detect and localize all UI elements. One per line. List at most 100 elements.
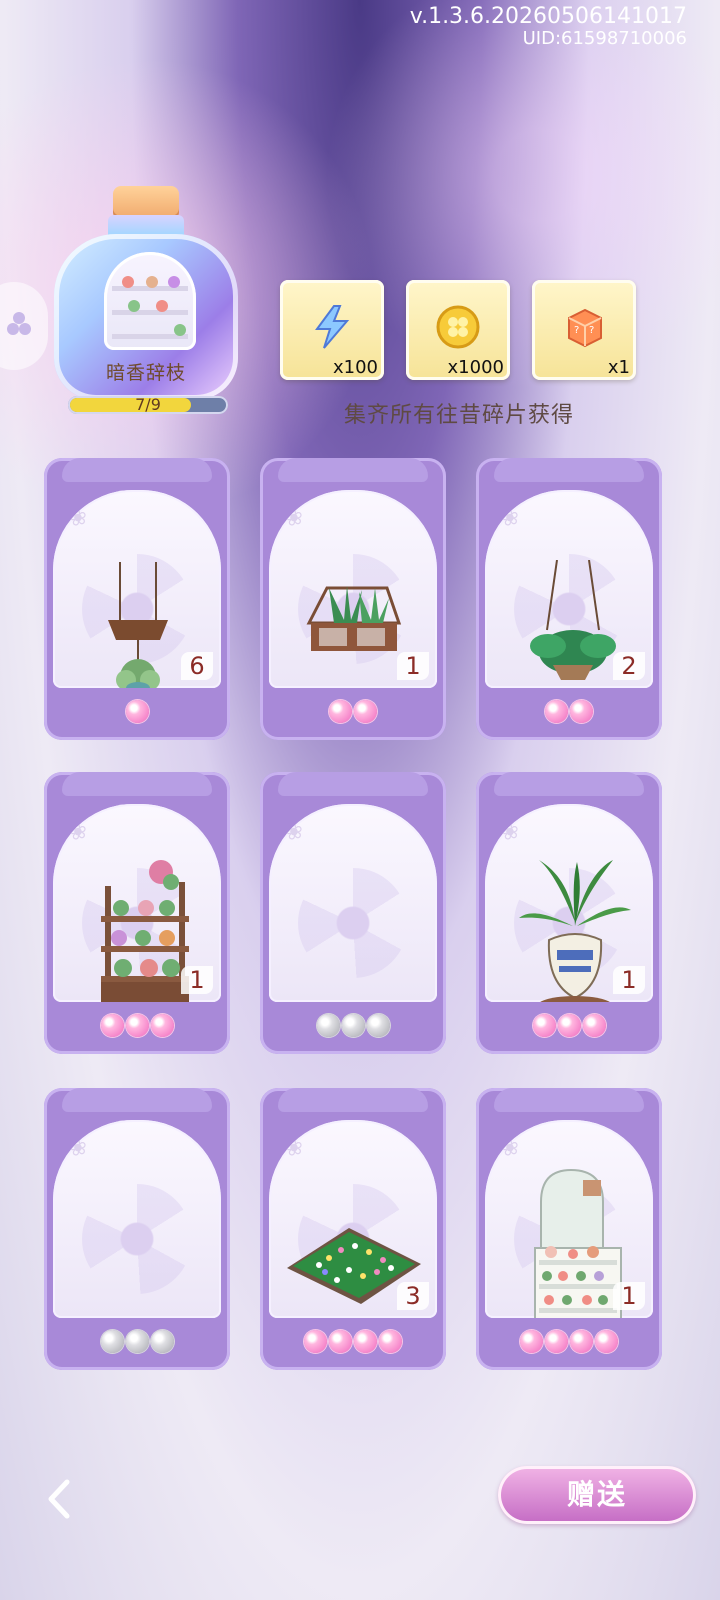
- flower-watermark-icon: ❀: [282, 818, 306, 847]
- reward-count-3: x1: [607, 357, 630, 378]
- flower-watermark-icon: ❀: [498, 1134, 522, 1163]
- fragment-card-4[interactable]: ❀ 1: [44, 772, 230, 1072]
- pearl-rating: [260, 1014, 446, 1041]
- card-count: 2: [613, 652, 645, 680]
- card-top-ornament: [494, 772, 644, 796]
- reward-count-1: x100: [332, 357, 378, 378]
- fragment-card-1[interactable]: ❀ 6: [44, 458, 230, 758]
- card-art-panel: ❀ 1: [485, 804, 653, 1002]
- reward-count-2: x1000: [447, 357, 504, 378]
- card-top-ornament: [62, 458, 212, 482]
- card-top-ornament: [62, 772, 212, 796]
- mystery-box-icon: ? ?: [568, 308, 602, 348]
- fragment-card-5[interactable]: ❀: [260, 772, 446, 1072]
- left-side-tab[interactable]: [0, 282, 48, 370]
- flower-watermark-icon: ❀: [66, 504, 90, 533]
- card-count: 1: [397, 652, 429, 680]
- card-top-ornament: [278, 772, 428, 796]
- card-top-ornament: [278, 458, 428, 482]
- pearl-rating: [476, 1330, 662, 1357]
- card-art-panel: ❀ 3: [269, 1120, 437, 1318]
- pearl-rating: [44, 1014, 230, 1041]
- pink-pearl-icon: [520, 1330, 543, 1353]
- fragment-card-9[interactable]: ❀ 1: [476, 1088, 662, 1388]
- flower-watermark-icon: ❀: [66, 1134, 90, 1163]
- pearl-rating: [44, 1330, 230, 1357]
- pink-pearl-icon: [125, 700, 149, 723]
- pearl-rating: [44, 700, 230, 727]
- collection-bottle[interactable]: 暗香辞枝: [46, 186, 246, 416]
- svg-text:?: ?: [574, 325, 579, 336]
- flower-watermark-icon: ❀: [498, 504, 522, 533]
- pink-pearl-icon: [595, 1330, 618, 1353]
- pink-pearl-icon: [570, 1330, 593, 1353]
- coin-icon: [436, 305, 480, 349]
- pink-pearl-icon: [354, 700, 377, 723]
- pink-pearl-icon: [379, 1330, 402, 1353]
- reward-lightning[interactable]: x100: [280, 280, 384, 380]
- back-button[interactable]: [38, 1476, 84, 1522]
- lightning-icon: [315, 305, 350, 349]
- fragment-card-3[interactable]: ❀ 2: [476, 458, 662, 758]
- fragment-card-2[interactable]: ❀ 1: [260, 458, 446, 758]
- reward-coin[interactable]: x1000: [406, 280, 510, 380]
- svg-text:?: ?: [589, 325, 594, 336]
- fragment-card-6[interactable]: ❀ 1: [476, 772, 662, 1072]
- flower-background-icon: [82, 1184, 192, 1294]
- glass-terrarium-art: [306, 586, 402, 651]
- card-art-panel: ❀ 1: [53, 804, 221, 1002]
- send-button[interactable]: 赠送: [498, 1466, 696, 1524]
- pink-pearl-icon: [545, 700, 568, 723]
- pink-pearl-icon: [100, 1014, 124, 1037]
- flower-watermark-icon: ❀: [282, 504, 306, 533]
- card-top-ornament: [62, 1088, 212, 1112]
- pearl-rating: [476, 1014, 662, 1041]
- hanging-shelf-art: [108, 562, 168, 688]
- pink-pearl-icon: [582, 1014, 606, 1037]
- collection-progress: 7/9: [68, 395, 228, 414]
- fragment-card-8[interactable]: ❀ 3: [260, 1088, 446, 1388]
- silver-pearl-icon: [100, 1330, 124, 1353]
- silver-pearl-icon: [341, 1014, 365, 1037]
- card-top-ornament: [494, 1088, 644, 1112]
- flower-watermark-icon: ❀: [498, 818, 522, 847]
- flower-watermark-icon: ❀: [282, 1134, 306, 1163]
- pink-pearl-icon: [354, 1330, 377, 1353]
- card-art-panel: ❀: [269, 804, 437, 1002]
- silver-pearl-icon: [366, 1014, 390, 1037]
- flower-watermark-icon: ❀: [66, 818, 90, 847]
- card-count: 1: [181, 966, 213, 994]
- silver-pearl-icon: [316, 1014, 340, 1037]
- pink-pearl-icon: [557, 1014, 581, 1037]
- flower-background-icon: [298, 868, 408, 978]
- pink-pearl-icon: [545, 1330, 568, 1353]
- bottle-preview-shelf: [104, 252, 196, 350]
- card-count: 3: [397, 1282, 429, 1310]
- pink-pearl-icon: [329, 1330, 352, 1353]
- reward-mystery-box[interactable]: ? ? x1: [532, 280, 636, 380]
- pearl-rating: [476, 700, 662, 727]
- hanging-fern-art: [530, 560, 616, 680]
- card-top-ornament: [494, 458, 644, 482]
- flower-petal-icon: [7, 312, 31, 335]
- card-top-ornament: [278, 1088, 428, 1112]
- pink-pearl-icon: [532, 1014, 556, 1037]
- progress-text: 7/9: [135, 395, 161, 414]
- card-art-panel: ❀: [53, 1120, 221, 1318]
- pearl-rating: [260, 1330, 446, 1357]
- pink-pearl-icon: [150, 1014, 174, 1037]
- silver-pearl-icon: [150, 1330, 174, 1353]
- card-count: 1: [613, 1282, 645, 1310]
- pearl-rating: [260, 700, 446, 727]
- pink-pearl-icon: [304, 1330, 327, 1353]
- card-count: 1: [613, 966, 645, 994]
- card-art-panel: ❀ 6: [53, 490, 221, 688]
- card-art-panel: ❀ 1: [485, 1120, 653, 1318]
- pink-pearl-icon: [570, 700, 593, 723]
- uid-text: UID:61598710006: [522, 28, 687, 49]
- pink-pearl-icon: [329, 700, 352, 723]
- version-text: v.1.3.6.20260506141017: [409, 4, 687, 29]
- silver-pearl-icon: [125, 1330, 149, 1353]
- fragment-card-7[interactable]: ❀: [44, 1088, 230, 1388]
- reward-caption: 集齐所有往昔碎片获得: [344, 403, 575, 428]
